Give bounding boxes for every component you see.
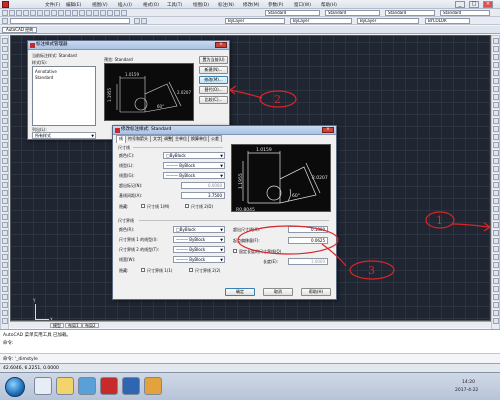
annotation-label: 3	[368, 264, 375, 277]
annotation-label: 2	[274, 93, 281, 106]
annotation-overlay: 2 1 3	[229, 85, 491, 280]
annotation-label: 1	[436, 214, 443, 227]
